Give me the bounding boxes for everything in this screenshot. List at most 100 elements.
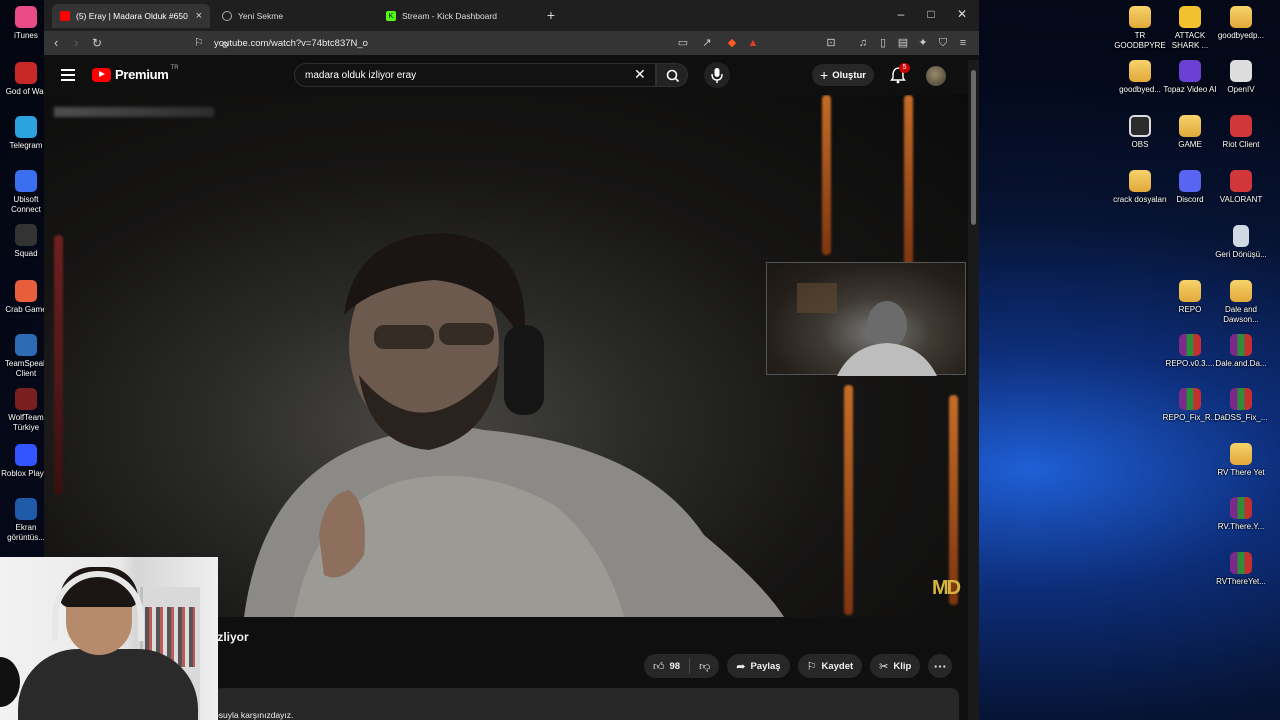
- clear-search-icon[interactable]: ✕: [634, 67, 646, 81]
- forward-icon[interactable]: ›: [74, 35, 78, 51]
- rar-icon: [1179, 388, 1201, 410]
- desktop-icon[interactable]: Dale.and.Da...: [1213, 334, 1269, 369]
- desktop-icon[interactable]: Discord: [1162, 170, 1218, 205]
- hamburger-menu-icon[interactable]: [61, 69, 75, 81]
- more-icon: ···: [933, 658, 947, 674]
- close-window-icon[interactable]: ✕: [947, 7, 977, 21]
- desktop-icon-label: Geri Dönüşü...: [1215, 250, 1267, 259]
- desktop-icon[interactable]: GAME: [1162, 115, 1218, 150]
- desktop-icon-label: GAME: [1178, 140, 1202, 149]
- desktop-icon[interactable]: Geri Dönüşü...: [1213, 225, 1269, 260]
- vpn-icon[interactable]: ⛉: [936, 36, 950, 50]
- like-dislike-group: 👍︎ 98 👎︎: [644, 654, 720, 678]
- screenshot-tool-icon[interactable]: ⊡: [824, 36, 838, 50]
- desktop-icon[interactable]: Riot Client: [1213, 115, 1269, 150]
- desktop-icon[interactable]: goodbyed...: [1112, 60, 1168, 95]
- desktop-icon[interactable]: VALORANT: [1213, 170, 1269, 205]
- desktop-icon-label: REPO.v0.3....: [1165, 359, 1215, 368]
- cast-icon[interactable]: ▭: [676, 36, 690, 50]
- desktop-icon[interactable]: RVThereYet...: [1213, 552, 1269, 587]
- video-player[interactable]: MD: [44, 95, 968, 617]
- share-arrow-icon: ➦: [736, 660, 746, 673]
- search-button[interactable]: [656, 63, 688, 87]
- tab-kick-dashboard[interactable]: K Stream - Kick Dashboard: [378, 4, 543, 28]
- voice-search-button[interactable]: [704, 62, 730, 88]
- webcam-person-hoodie: [18, 649, 198, 720]
- desktop-icon-label: TR GOODBPYRE: [1114, 31, 1166, 50]
- light-streak: [949, 395, 958, 605]
- menu-icon[interactable]: ≡: [956, 36, 970, 50]
- desktop-icon-label: goodbyedp...: [1217, 31, 1265, 40]
- tab-bar: (5) Eray | Madara Olduk #650 İzliyor × Y…: [44, 0, 979, 31]
- minimize-icon[interactable]: –: [886, 7, 916, 21]
- reload-icon[interactable]: ↻: [92, 35, 102, 51]
- desktop-icon[interactable]: goodbyedp...: [1213, 6, 1269, 41]
- bookmark-icon[interactable]: ⚐: [194, 35, 204, 51]
- desktop-icon[interactable]: ATTACK SHARK ...: [1162, 6, 1218, 51]
- desktop-icon[interactable]: REPO_Fix_R...: [1162, 388, 1218, 423]
- desktop-icon[interactable]: DaDSS_Fix_...: [1213, 388, 1269, 423]
- topaz-icon: [1179, 60, 1201, 82]
- thumbs-up-icon: 👍︎: [653, 660, 665, 673]
- like-button[interactable]: 👍︎ 98: [644, 654, 689, 678]
- close-tab-icon[interactable]: ×: [196, 10, 202, 22]
- share-button[interactable]: ➦ Paylaş: [727, 654, 790, 678]
- desktop-icon-label: RV.There.Y...: [1217, 522, 1265, 531]
- wallet-icon[interactable]: ▤: [896, 36, 910, 50]
- desktop-icon-label: crack dosyaları: [1113, 195, 1167, 204]
- attack-shark-icon: [1179, 6, 1201, 28]
- tab-new-tab[interactable]: Yeni Sekme: [214, 4, 374, 28]
- sidebar-icon[interactable]: ▯: [876, 36, 890, 50]
- desktop-icon[interactable]: TR GOODBPYRE: [1112, 6, 1168, 51]
- obs-icon: [1129, 115, 1151, 137]
- screenshot-icon: [15, 498, 37, 520]
- page-scrollbar[interactable]: [968, 60, 979, 720]
- url-text: youtube.com/watch?v=74btc837N_o: [214, 37, 368, 49]
- kick-favicon-icon: K: [386, 11, 396, 21]
- brave-shield-icon[interactable]: ◆: [725, 36, 739, 50]
- desktop-icon[interactable]: REPO.v0.3....: [1162, 334, 1218, 369]
- description-box[interactable]: [214, 688, 959, 720]
- desktop-icon[interactable]: crack dosyaları: [1112, 170, 1168, 205]
- create-button[interactable]: + Oluştur: [812, 64, 874, 86]
- desktop-icon[interactable]: Dale and Dawson...: [1213, 280, 1269, 325]
- save-button[interactable]: ⚐ Kaydet: [797, 654, 863, 678]
- youtube-logo[interactable]: Premium TR: [92, 65, 179, 82]
- scrollbar-thumb[interactable]: [971, 70, 976, 225]
- riot-icon: [1230, 115, 1252, 137]
- more-actions-button[interactable]: ···: [928, 654, 953, 678]
- share-icon[interactable]: ↗: [700, 36, 714, 50]
- light-streak: [844, 385, 853, 615]
- desktop-icon-label: OBS: [1131, 140, 1149, 149]
- rar-icon: [1230, 334, 1252, 356]
- media-icon[interactable]: ♫: [856, 36, 870, 50]
- recycle-bin-icon: [1233, 225, 1249, 247]
- openiv-icon: [1230, 60, 1252, 82]
- desktop-icon-label: VALORANT: [1219, 195, 1263, 204]
- rar-icon: [1230, 388, 1252, 410]
- folder-icon: [1179, 115, 1201, 137]
- desktop-icon[interactable]: OBS: [1112, 115, 1168, 150]
- folder-icon: [1230, 443, 1252, 465]
- dislike-button[interactable]: 👎︎: [690, 654, 719, 678]
- ubisoft-icon: [15, 170, 37, 192]
- maximize-icon[interactable]: □: [916, 7, 946, 21]
- search-input[interactable]: madara olduk izliyor eray: [294, 63, 656, 87]
- god-of-war-icon: [15, 62, 37, 84]
- telegram-icon: [15, 116, 37, 138]
- new-tab-button[interactable]: +: [536, 7, 566, 23]
- desktop-icon-label: RV There Yet: [1217, 468, 1265, 477]
- desktop-icon-label: ATTACK SHARK ...: [1171, 31, 1209, 50]
- clip-button[interactable]: ✂ Klip: [870, 654, 921, 678]
- desktop-icon[interactable]: RV There Yet: [1213, 443, 1269, 478]
- shield-favicon-icon: [222, 11, 232, 21]
- desktop-icon[interactable]: REPO: [1162, 280, 1218, 315]
- desktop-icon[interactable]: Topaz Video AI: [1162, 60, 1218, 95]
- desktop-icon[interactable]: RV.There.Y...: [1213, 497, 1269, 532]
- ai-icon[interactable]: ✦: [916, 36, 930, 50]
- back-icon[interactable]: ‹: [54, 35, 58, 51]
- account-avatar[interactable]: [926, 66, 946, 86]
- rewards-icon[interactable]: ▲: [746, 36, 760, 50]
- desktop-icon[interactable]: OpenIV: [1213, 60, 1269, 95]
- tab-youtube[interactable]: (5) Eray | Madara Olduk #650 İzliyor ×: [52, 4, 210, 28]
